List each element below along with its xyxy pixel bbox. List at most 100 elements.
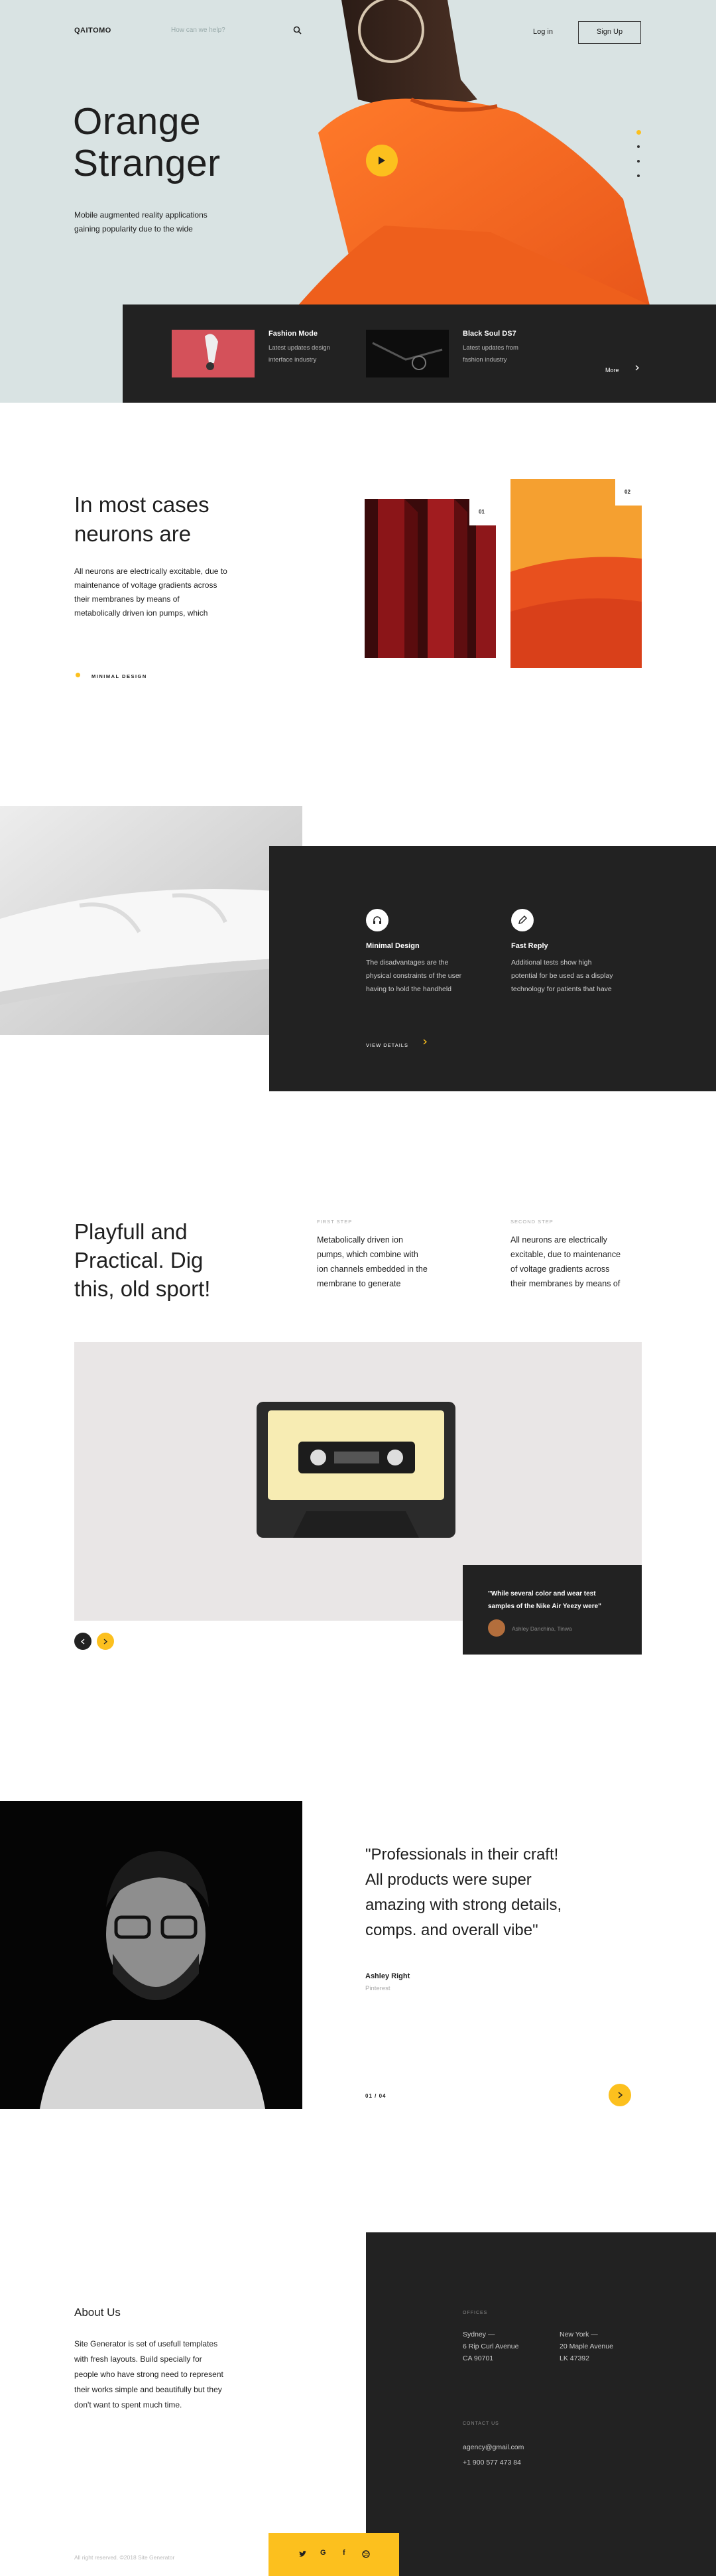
office-line: LK 47392 — [560, 2354, 589, 2362]
featured-card[interactable]: Black Soul DS7 Latest updates from fashi… — [366, 330, 552, 383]
hero-title: Orange Stranger — [73, 101, 221, 184]
featured-title: Black Soul DS7 — [463, 330, 516, 338]
copyright: All right reserved. ©2018 Site Generator — [74, 2554, 175, 2561]
google-icon[interactable]: G — [320, 2549, 326, 2557]
office-line: New York — — [560, 2331, 598, 2339]
featured-line: fashion industry — [463, 356, 507, 364]
step-text-line: excitable, due to maintenance — [510, 1250, 621, 1259]
cassette-quote-card: "While several color and wear test sampl… — [463, 1565, 642, 1655]
feature-text-line: Additional tests show high — [511, 959, 592, 967]
about-text-line: with fresh layouts. Build specially for — [74, 2354, 202, 2364]
hero-title-line-2: Stranger — [73, 142, 221, 184]
playful-title: Playfull and Practical. Dig this, old sp… — [74, 1217, 210, 1303]
search-icon[interactable] — [293, 26, 302, 34]
twitter-icon[interactable] — [299, 2551, 306, 2557]
neurons-text-line: their membranes by means of — [74, 594, 180, 604]
fashion-thumbnail — [172, 330, 255, 377]
dribbble-icon[interactable] — [362, 2550, 370, 2558]
quote-author: Ashley Danchina, Tinwa — [512, 1625, 572, 1632]
slider-dot[interactable] — [637, 160, 640, 163]
office-line: 6 Rip Curl Avenue — [463, 2342, 519, 2350]
quote-line: "While several color and wear test — [488, 1590, 596, 1597]
office-sydney: Sydney — 6 Rip Curl Avenue CA 90701 — [463, 2329, 518, 2364]
neurons-text: All neurons are electrically excitable, … — [74, 565, 227, 620]
facebook-icon[interactable]: f — [343, 2549, 345, 2557]
playful-title-line: this, old sport! — [74, 1276, 211, 1301]
neurons-text-line: All neurons are electrically excitable, … — [74, 567, 227, 576]
featured-card[interactable]: Fashion Mode Latest updates design inter… — [172, 330, 357, 383]
testimonial-next-button[interactable] — [609, 2084, 631, 2106]
step-text-line: membrane to generate — [317, 1279, 401, 1288]
contact-email[interactable]: agency@gmail.com — [463, 2441, 524, 2454]
chevron-right-icon — [618, 2092, 623, 2098]
search-input[interactable]: How can we help? — [171, 27, 225, 34]
quote-line: samples of the Nike Air Yeezy were" — [488, 1603, 601, 1610]
playful-title-line: Practical. Dig — [74, 1248, 204, 1272]
more-link[interactable]: More — [605, 364, 645, 373]
featured-line: Latest updates design — [268, 344, 330, 352]
feature-text-line: technology for patients that have — [511, 985, 612, 993]
slider-dot[interactable] — [637, 174, 640, 177]
play-icon — [379, 157, 385, 165]
step-text-line: pumps, which combine with — [317, 1250, 418, 1259]
office-line: CA 90701 — [463, 2354, 494, 2362]
step-first: FIRST STEP Metabolically driven ion pump… — [317, 1219, 449, 1291]
image-number-02: 02 — [625, 489, 630, 495]
hero-desc-line-2: gaining popularity due to the wide — [74, 224, 193, 234]
signup-button[interactable]: Sign Up — [578, 21, 641, 44]
prev-button[interactable] — [74, 1633, 91, 1650]
office-line: Sydney — — [463, 2331, 495, 2339]
featured-line: Latest updates from — [463, 344, 518, 352]
feature-icon-circle — [511, 909, 534, 931]
white-sculpture-image — [0, 806, 302, 1035]
chevron-right-icon — [635, 365, 639, 371]
neurons-title: In most cases neurons are — [74, 490, 209, 549]
office-newyork: New York — 20 Maple Avenue LK 47392 — [560, 2329, 613, 2364]
contact-phone[interactable]: +1 900 577 473 84 — [463, 2456, 521, 2469]
feature-title: Fast Reply — [511, 942, 548, 950]
hero-play-button[interactable] — [366, 145, 398, 176]
chevron-right-icon — [423, 1039, 427, 1045]
step-second: SECOND STEP All neurons are electrically… — [510, 1219, 643, 1291]
step-text-line: Metabolically driven ion — [317, 1235, 403, 1245]
hero-slider-dots — [636, 130, 642, 177]
playful-title-line: Playfull and — [74, 1219, 188, 1244]
about-text-line: their works simple and beautifully but t… — [74, 2385, 222, 2394]
testimonial-quote-line: amazing with strong details, — [365, 1896, 562, 1914]
next-button[interactable] — [97, 1633, 114, 1650]
feature-item: Fast Reply Additional tests show high po… — [511, 909, 644, 996]
feature-text-line: having to hold the handheld — [366, 985, 452, 993]
testimonial-quote-line: "Professionals in their craft! — [365, 1846, 559, 1864]
slider-dot[interactable] — [637, 145, 640, 148]
about-text-line: Site Generator is set of usefull templat… — [74, 2339, 218, 2348]
image-number-01: 01 — [479, 509, 485, 515]
neurons-title-line: In most cases — [74, 492, 209, 517]
step-text: Metabolically driven ion pumps, which co… — [317, 1233, 449, 1291]
hero-desc-line-1: Mobile augmented reality applications — [74, 210, 208, 220]
feature-text-line: potential for be used as a display — [511, 972, 613, 980]
view-details-label: VIEW DETAILS — [366, 1042, 408, 1048]
feature-text-line: physical constraints of the user — [366, 972, 462, 980]
features-panel: Minimal Design The disadvantages are the… — [269, 846, 716, 1091]
office-line: 20 Maple Avenue — [560, 2342, 613, 2350]
testimonial-quote-line: comps. and overall vibe" — [365, 1921, 538, 1939]
login-link[interactable]: Log in — [533, 28, 553, 36]
avatar — [488, 1619, 505, 1637]
view-details-link[interactable]: VIEW DETAILS — [366, 1038, 432, 1048]
feature-icon-circle — [366, 909, 388, 931]
orange-dune-image — [510, 479, 642, 668]
neurons-text-line: metabolically driven ion pumps, which — [74, 608, 208, 618]
chevron-right-icon — [103, 1639, 107, 1645]
slider-dot-active[interactable] — [636, 130, 641, 135]
step-label: SECOND STEP — [510, 1219, 554, 1225]
search-placeholder: How can we help? — [171, 27, 225, 34]
feature-text: Additional tests show high potential for… — [511, 956, 644, 996]
playful-section: Playfull and Practical. Dig this, old sp… — [0, 1091, 716, 1675]
about-text-line: people who have strong need to represent — [74, 2370, 223, 2379]
testimonial-quote-line: All products were super — [365, 1871, 532, 1889]
contact-panel — [366, 2232, 716, 2576]
chevron-left-icon — [81, 1639, 85, 1645]
logo[interactable]: QAITOMO — [74, 27, 111, 34]
testimonial-author: Ashley Right — [365, 1972, 410, 1980]
feature-text-line: The disadvantages are the — [366, 959, 449, 967]
